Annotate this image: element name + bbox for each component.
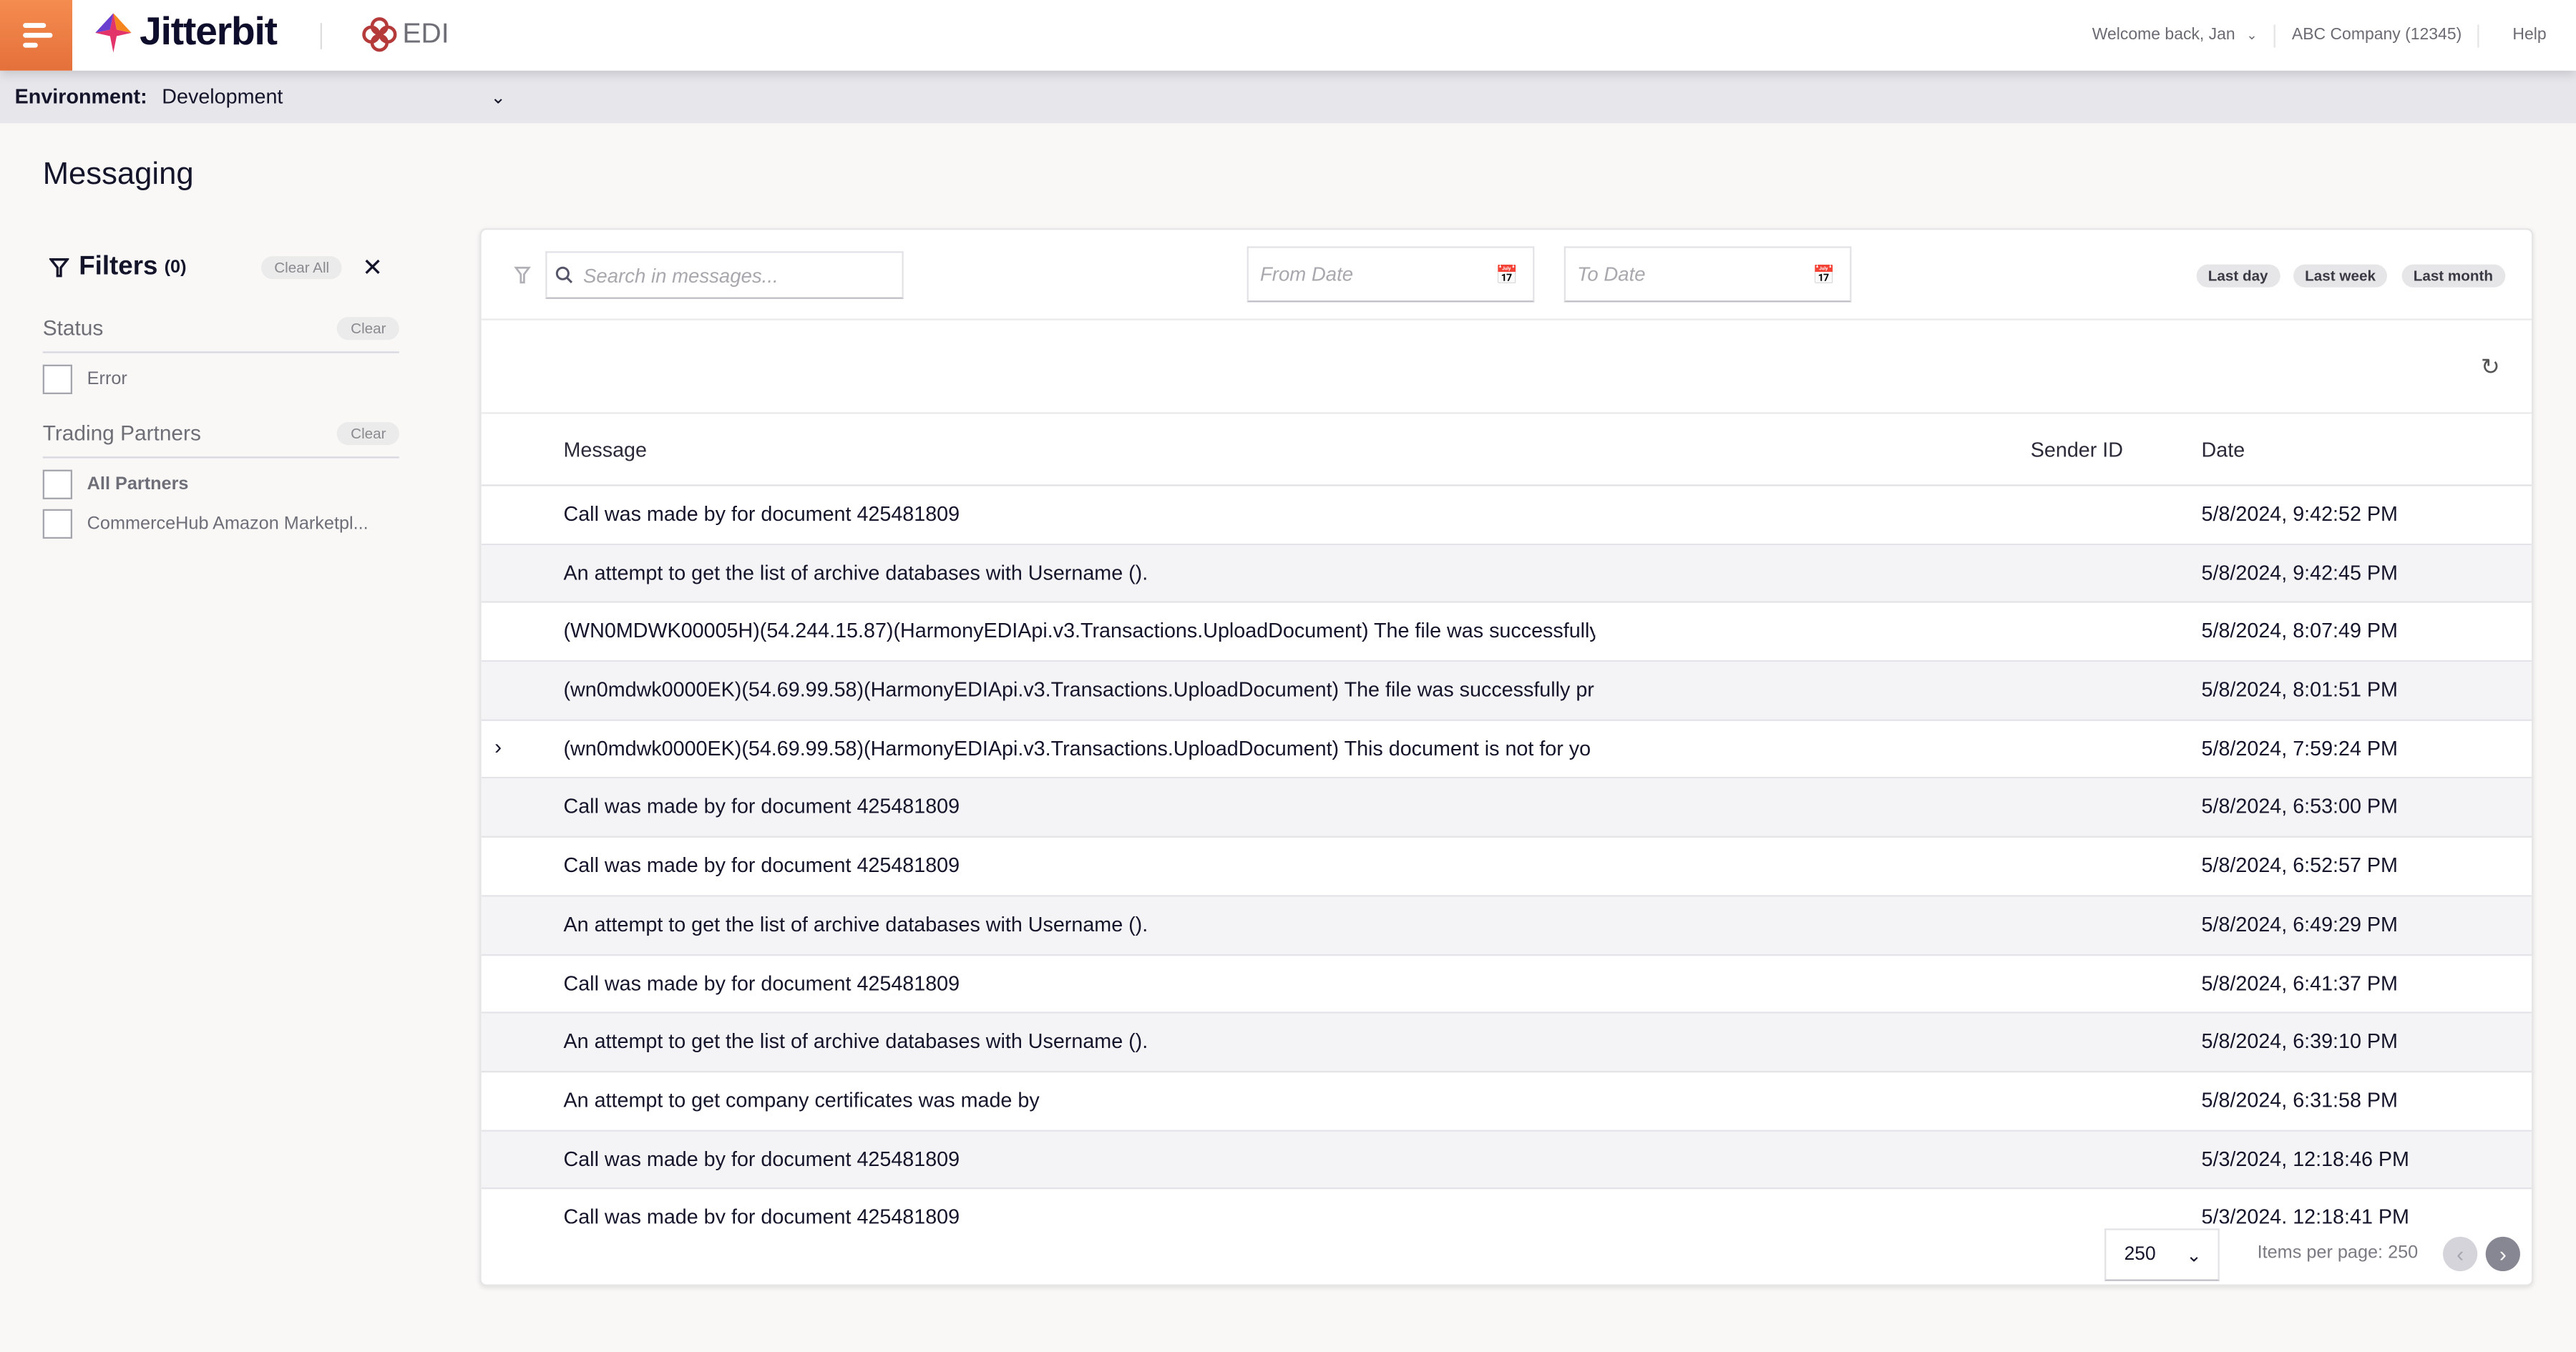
message-cell: Call was made by for document 425481809 [563,971,960,995]
checkbox-commercehub[interactable]: CommerceHub Amazon Marketpl... [42,506,399,542]
search-input[interactable]: Search in messages... [545,251,904,299]
date-cell: 5/8/2024, 8:01:51 PM [2201,678,2398,702]
column-date[interactable]: Date [2202,439,2245,461]
table-row[interactable]: Call was made by for document 425481809 5… [481,955,2532,1014]
last-month-button[interactable]: Last month [2401,264,2505,288]
message-cell: An attempt to get the list of archive da… [563,1029,1148,1054]
chevron-down-icon: ⌄ [2186,1245,2202,1266]
date-cell: 5/8/2024, 6:31:58 PM [2201,1088,2398,1112]
message-cell: (wn0mdwk0000EK)(54.69.99.58)(HarmonyEDIA… [563,737,1591,760]
message-cell: Call was made by for document 425481809 [563,1205,960,1224]
checkbox-error[interactable]: Error [42,361,399,398]
date-cell: 5/3/2024, 12:18:46 PM [2201,1147,2409,1170]
message-cell: Call was made by for document 425481809 [563,854,960,878]
table-row[interactable]: An attempt to get the list of archive da… [481,1014,2532,1072]
checkbox-all-partners[interactable]: All Partners [42,466,399,503]
table-row[interactable]: Call was made by for document 425481809 5… [482,1190,2532,1224]
search-icon [555,266,573,283]
items-per-page-label: Items per page: 250 [2257,1243,2419,1263]
clear-partners-button[interactable]: Clear [337,421,399,445]
clear-all-button[interactable]: Clear All [260,256,343,280]
to-date-input[interactable]: To Date 📅 [1563,246,1852,303]
environment-select[interactable]: Development [162,85,490,108]
table-row[interactable]: Call was made by for document 425481809 5… [481,1130,2532,1190]
date-cell: 5/8/2024, 9:42:45 PM [2201,561,2398,584]
filters-panel: Filters (0) Clear All ✕ Status Clear Erro… [42,246,399,542]
jitterbit-logo-icon [95,13,132,53]
filter-toggle-icon[interactable] [514,266,531,284]
column-message[interactable]: Message [564,439,647,461]
chevron-right-icon[interactable]: › [494,734,502,758]
help-link[interactable]: Help [2480,26,2546,44]
table-header: Message Sender ID Date [481,412,2532,486]
table-row[interactable]: An attempt to get company certificates w… [481,1072,2532,1131]
message-cell: An attempt to get company certificates w… [563,1088,1040,1112]
chevron-down-icon: ⌄ [2246,28,2258,43]
message-cell: Call was made by for document 425481809 [563,1147,960,1170]
message-cell: (wn0mdwk0000EK)(54.69.99.58)(HarmonyEDIA… [563,678,1594,702]
checkbox[interactable] [42,469,73,499]
filter-count: (0) [164,258,187,278]
column-sender-id[interactable]: Sender ID [2031,439,2123,461]
status-section-title: Status [42,315,104,341]
last-day-button[interactable]: Last day [2196,264,2280,288]
user-menu[interactable]: Welcome back, Jan ⌄ [2076,26,2274,44]
refresh-icon[interactable]: ↻ [2481,353,2500,381]
date-cell: 5/3/2024, 12:18:41 PM [2201,1205,2409,1224]
pagination: 250 ⌄ Items per page: 250 ‹ › [481,1223,2532,1285]
date-cell: 5/8/2024, 8:07:49 PM [2201,619,2398,643]
page-title: Messaging [42,157,194,192]
table-row[interactable]: Call was made by for document 425481809 5… [481,838,2532,897]
trading-partners-section-title: Trading Partners [42,420,201,446]
jitterbit-logo[interactable]: Jitterbit [94,10,278,56]
checkbox[interactable] [42,509,73,539]
date-cell: 5/8/2024, 6:41:37 PM [2201,971,2398,995]
message-cell: Call was made by for document 425481809 [563,795,960,819]
table-row[interactable]: Call was made by for document 425481809 5… [481,779,2532,838]
edi-logo: EDI [361,16,449,53]
table-row[interactable]: Call was made by for document 425481809 5… [481,486,2532,545]
last-week-button[interactable]: Last week [2293,264,2388,288]
environment-bar: Environment: Development ⌄ [0,70,2576,124]
previous-page-button[interactable]: ‹ [2443,1236,2478,1272]
date-cell: 5/8/2024, 9:42:52 PM [2201,502,2398,526]
date-cell: 5/8/2024, 6:49:29 PM [2201,913,2398,936]
table-row[interactable]: An attempt to get the list of archive da… [481,896,2532,956]
date-cell: 5/8/2024, 6:53:00 PM [2201,795,2398,819]
top-bar: Jitterbit EDI Welcome back, Jan ⌄ ABC Co… [0,0,2576,71]
table-body: Call was made by for document 425481809 5… [481,486,2532,1224]
menu-button[interactable] [0,0,73,71]
message-cell: (WN0MDWK00005H)(54.244.15.87)(HarmonyEDI… [563,619,1596,643]
table-row[interactable]: (wn0mdwk0000EK)(54.69.99.58)(HarmonyEDIA… [481,662,2532,721]
date-cell: 5/8/2024, 7:59:24 PM [2201,737,2398,760]
date-cell: 5/8/2024, 6:39:10 PM [2201,1029,2398,1054]
filter-icon [49,258,69,278]
divider [320,23,323,49]
from-date-input[interactable]: From Date 📅 [1246,246,1535,303]
table-row[interactable]: › (wn0mdwk0000EK)(54.69.99.58)(HarmonyEDI… [481,720,2532,780]
company-selector[interactable]: ABC Company (12345) [2275,26,2478,44]
checkbox[interactable] [42,364,73,395]
messages-card: Search in messages... From Date 📅 To Date… [479,228,2534,1286]
table-row[interactable]: (WN0MDWK00005H)(54.244.15.87)(HarmonyEDI… [481,603,2532,662]
edi-logo-icon [362,17,397,52]
date-cell: 5/8/2024, 6:52:57 PM [2201,854,2398,878]
calendar-icon[interactable]: 📅 [1496,263,1518,285]
next-page-button[interactable]: › [2485,1236,2520,1272]
calendar-icon[interactable]: 📅 [1813,263,1835,285]
chevron-down-icon[interactable]: ⌄ [490,87,505,108]
page-size-select[interactable]: 250 ⌄ [2104,1228,2220,1281]
message-cell: An attempt to get the list of archive da… [563,913,1148,936]
table-row[interactable]: An attempt to get the list of archive da… [481,544,2532,604]
message-cell: Call was made by for document 425481809 [563,502,960,526]
clear-status-button[interactable]: Clear [337,315,399,340]
close-icon[interactable]: ✕ [362,253,383,283]
message-cell: An attempt to get the list of archive da… [563,561,1148,584]
environment-label: Environment: [14,85,147,109]
